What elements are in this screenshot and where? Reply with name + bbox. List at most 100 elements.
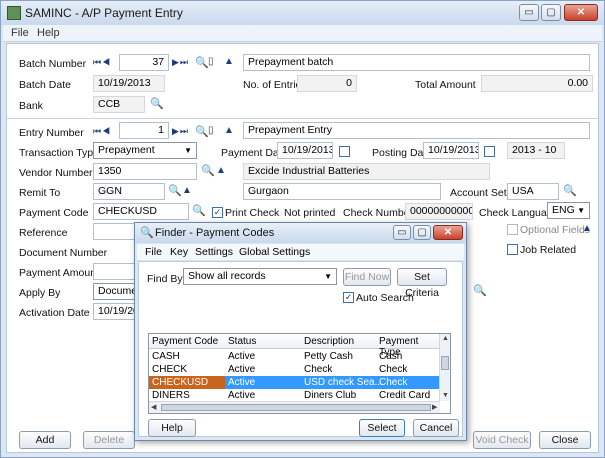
batch-new-document-icon[interactable]: ▯	[208, 56, 214, 67]
entry-nav-first-prev[interactable]: ⏮◀	[93, 126, 111, 137]
finder-close-button[interactable]: ✕	[433, 225, 463, 240]
vertical-scrollbar[interactable]: ▲ ▼	[439, 334, 450, 401]
finder-minimize-button[interactable]: ▭	[393, 225, 411, 240]
payment-code-finder-icon[interactable]: 🔍	[192, 204, 206, 217]
remit-to-zoom-icon[interactable]: ▲	[182, 185, 192, 196]
batch-nav-next-last[interactable]: ▶⏭	[172, 57, 189, 68]
find-by-label: Find By:	[147, 273, 186, 285]
entry-finder-icon[interactable]: 🔍	[195, 125, 209, 138]
entry-zoom-icon[interactable]: ▲	[224, 125, 234, 136]
check-language-select[interactable]: ENG ▼	[547, 202, 590, 219]
vendor-finder-icon[interactable]: 🔍	[201, 164, 215, 177]
entry-number-label: Entry Number	[19, 127, 84, 139]
chevron-down-icon: ▼	[577, 206, 585, 215]
minimize-button[interactable]: ▭	[519, 4, 539, 21]
payment-code-field[interactable]: CHECKUSD	[93, 203, 189, 220]
check-language-value: ENG	[552, 204, 575, 216]
batch-zoom-icon[interactable]: ▲	[224, 56, 234, 67]
account-set-field[interactable]: USA	[507, 183, 559, 200]
finder-help-button[interactable]: Help	[148, 419, 196, 437]
find-by-value: Show all records	[188, 270, 266, 282]
cell-payment-code: CHECK	[152, 364, 188, 375]
menu-file[interactable]: File	[11, 27, 29, 39]
optional-fields-zoom-icon[interactable]: ▲	[582, 223, 592, 234]
scroll-right-icon[interactable]: ▶	[432, 403, 437, 411]
apply-by-label: Apply By	[19, 287, 61, 299]
print-check-label: Print Check	[225, 207, 280, 219]
finder-select-button[interactable]: Select	[359, 419, 405, 437]
account-set-finder-icon[interactable]: 🔍	[563, 184, 577, 197]
payment-date-field[interactable]: 10/19/2013	[277, 142, 333, 159]
account-set-label: Account Set	[450, 187, 507, 199]
auto-search-checkbox[interactable]: ✓	[343, 292, 354, 303]
cell-status: Active	[228, 351, 256, 362]
batch-nav-first-prev[interactable]: ⏮◀	[93, 57, 111, 68]
payment-date-calendar-icon[interactable]	[339, 146, 350, 157]
set-criteria-button[interactable]: Set Criteria	[397, 268, 447, 299]
bank-label: Bank	[19, 100, 43, 112]
payment-codes-grid[interactable]: Payment Code Status Description Payment …	[148, 333, 451, 414]
apply-by-finder-icon[interactable]: 🔍	[473, 284, 487, 297]
total-amount-label: Total Amount	[415, 79, 476, 91]
grid-header: Payment Code Status Description Payment …	[149, 334, 440, 358]
table-row-selected[interactable]: CHECKUSD Active USD check Sea... Check	[149, 376, 440, 389]
vendor-zoom-icon[interactable]: ▲	[216, 165, 226, 176]
close-window-button[interactable]: ✕	[564, 4, 598, 21]
horizontal-scroll-thumb[interactable]	[161, 404, 431, 411]
chevron-down-icon: ▼	[184, 146, 192, 155]
remit-to-field[interactable]: GGN	[93, 183, 165, 200]
finder-maximize-button[interactable]: ▢	[413, 225, 431, 240]
scroll-down-icon[interactable]: ▼	[442, 392, 449, 399]
finder-menu-settings[interactable]: Settings	[195, 246, 233, 258]
cell-payment-code: CHECKUSD	[149, 376, 225, 389]
posting-date-calendar-icon[interactable]	[484, 146, 495, 157]
finder-menu-key[interactable]: Key	[170, 246, 188, 258]
add-button[interactable]: Add	[19, 431, 71, 449]
entry-description-field[interactable]: Prepayment Entry	[243, 122, 590, 139]
print-check-checkbox[interactable]: ✓	[212, 207, 223, 218]
scroll-up-icon[interactable]: ▲	[442, 335, 449, 342]
entry-new-document-icon[interactable]: ▯	[208, 125, 214, 136]
finder-cancel-button[interactable]: Cancel	[413, 419, 459, 437]
finder-dialog: 🔍 Finder - Payment Codes ▭ ▢ ✕ File Key …	[134, 222, 467, 441]
title-bar: SAMINC - A/P Payment Entry ▭ ▢ ✕	[1, 1, 604, 25]
cell-payment-type: Check	[379, 377, 408, 388]
cell-status: Active	[228, 364, 256, 375]
remit-to-name-field[interactable]: Gurgaon	[243, 183, 441, 200]
remit-to-finder-icon[interactable]: 🔍	[168, 184, 182, 197]
scroll-left-icon[interactable]: ◀	[151, 403, 156, 411]
entry-nav-next-last[interactable]: ▶⏭	[172, 126, 189, 137]
print-status-text: Not printed	[284, 207, 336, 219]
void-check-button: Void Check	[473, 431, 531, 449]
batch-description-field[interactable]: Prepayment batch	[243, 54, 590, 71]
finder-menu-global-settings[interactable]: Global Settings	[239, 246, 310, 258]
finder-menu-file[interactable]: File	[145, 246, 162, 258]
column-header-payment-code[interactable]: Payment Code	[152, 336, 218, 347]
job-related-checkbox[interactable]	[507, 244, 518, 255]
vertical-scroll-thumb[interactable]	[441, 356, 449, 370]
search-icon: 🔍	[140, 227, 154, 239]
close-button[interactable]: Close	[539, 431, 591, 449]
vendor-number-field[interactable]: 1350	[93, 163, 197, 180]
finder-menu-bar: File Key Settings Global Settings	[137, 244, 464, 260]
menu-help[interactable]: Help	[37, 27, 60, 39]
find-by-select[interactable]: Show all records ▼	[183, 268, 337, 285]
posting-date-field[interactable]: 10/19/2013	[423, 142, 479, 159]
cell-payment-code: CASH	[152, 351, 180, 362]
delete-button: Delete	[83, 431, 135, 449]
table-row[interactable]: CHECK Active Check Check	[149, 363, 440, 376]
column-header-description[interactable]: Description	[304, 336, 354, 347]
check-number-label: Check Number	[343, 207, 414, 219]
table-row[interactable]: CASH Active Petty Cash Cash	[149, 350, 440, 363]
batch-finder-icon[interactable]: 🔍	[195, 56, 209, 69]
activation-date-label: Activation Date	[19, 307, 90, 319]
column-header-status[interactable]: Status	[228, 336, 256, 347]
entry-number-field[interactable]: 1	[119, 122, 169, 139]
transaction-type-label: Transaction Type	[19, 147, 99, 159]
maximize-button[interactable]: ▢	[541, 4, 561, 21]
cell-description: Check	[304, 364, 333, 375]
batch-number-field[interactable]: 37	[119, 54, 169, 71]
horizontal-scrollbar[interactable]: ◀ ▶	[149, 401, 440, 413]
transaction-type-select[interactable]: Prepayment ▼	[93, 142, 197, 159]
vendor-name-field: Excide Industrial Batteries	[243, 163, 490, 180]
